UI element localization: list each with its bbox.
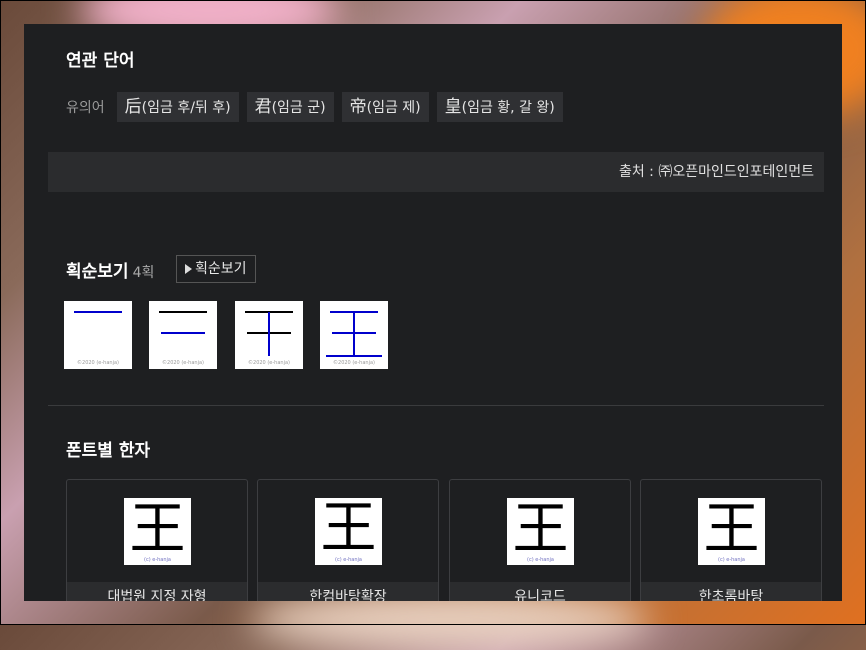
font-glyph-box: 王 (c) e-hanja: [507, 497, 574, 565]
font-card-unicode[interactable]: 王 (c) e-hanja 유니코드: [449, 479, 631, 601]
source-text: 출처 : ㈜오픈마인드인포테인먼트: [618, 164, 814, 180]
play-icon: [185, 264, 192, 274]
font-glyph-box: 王 (c) e-hanja: [315, 498, 382, 565]
related-words-title: 연관 단어: [66, 51, 135, 71]
content-panel: 연관 단어 유의어 后(임금 후/뒤 후) 君(임금 군) 帝(임금 제) 皇(…: [24, 24, 842, 601]
stroke-step-4: ©2020 (e-hanja): [320, 301, 388, 369]
stroke-count: 4획: [132, 265, 155, 281]
font-glyph-box: 王 (c) e-hanja: [698, 497, 765, 565]
synonym-row: 유의어 后(임금 후/뒤 후) 君(임금 군) 帝(임금 제) 皇(임금 황, …: [66, 92, 571, 122]
font-card-court[interactable]: 王 (c) e-hanja 대법원 지정 자형: [66, 479, 248, 601]
stroke-step-4-drawing: [326, 311, 382, 357]
synonym-chip-hu[interactable]: 后(임금 후/뒤 후): [116, 92, 239, 122]
stroke-step-2: ©2020 (e-hanja): [149, 301, 217, 369]
font-card-hancom-batang[interactable]: 王 (c) e-hanja 한컴바탕확장: [257, 479, 439, 601]
stroke-order-play-button[interactable]: 획순보기: [176, 255, 256, 283]
stroke-step-3: ©2020 (e-hanja): [235, 301, 303, 369]
stroke-step-3-drawing: [245, 311, 293, 356]
synonym-chip-hwang[interactable]: 皇(임금 황, 갈 왕): [436, 92, 563, 122]
stroke-step-1-drawing: [74, 311, 122, 313]
font-name: 유니코드: [450, 582, 630, 601]
stroke-step-1: ©2020 (e-hanja): [64, 301, 132, 369]
synonym-label: 유의어: [66, 100, 105, 116]
fonts-title: 폰트별 한자: [66, 441, 151, 461]
section-divider: [48, 405, 824, 406]
font-card-hanchorom[interactable]: 王 (c) e-hanja 한초롬바탕: [640, 479, 822, 601]
font-name: 대법원 지정 자형: [67, 582, 247, 601]
font-name: 한컴바탕확장: [258, 582, 438, 601]
synonym-chip-gun[interactable]: 君(임금 군): [246, 92, 334, 122]
source-bar: 출처 : ㈜오픈마인드인포테인먼트: [48, 152, 824, 192]
font-name: 한초롬바탕: [641, 582, 821, 601]
stroke-step-2-drawing: [159, 311, 207, 334]
synonym-chip-je[interactable]: 帝(임금 제): [341, 92, 429, 122]
font-glyph-box: 王 (c) e-hanja: [124, 497, 191, 565]
stroke-order-title: 획순보기 4획: [66, 262, 155, 282]
